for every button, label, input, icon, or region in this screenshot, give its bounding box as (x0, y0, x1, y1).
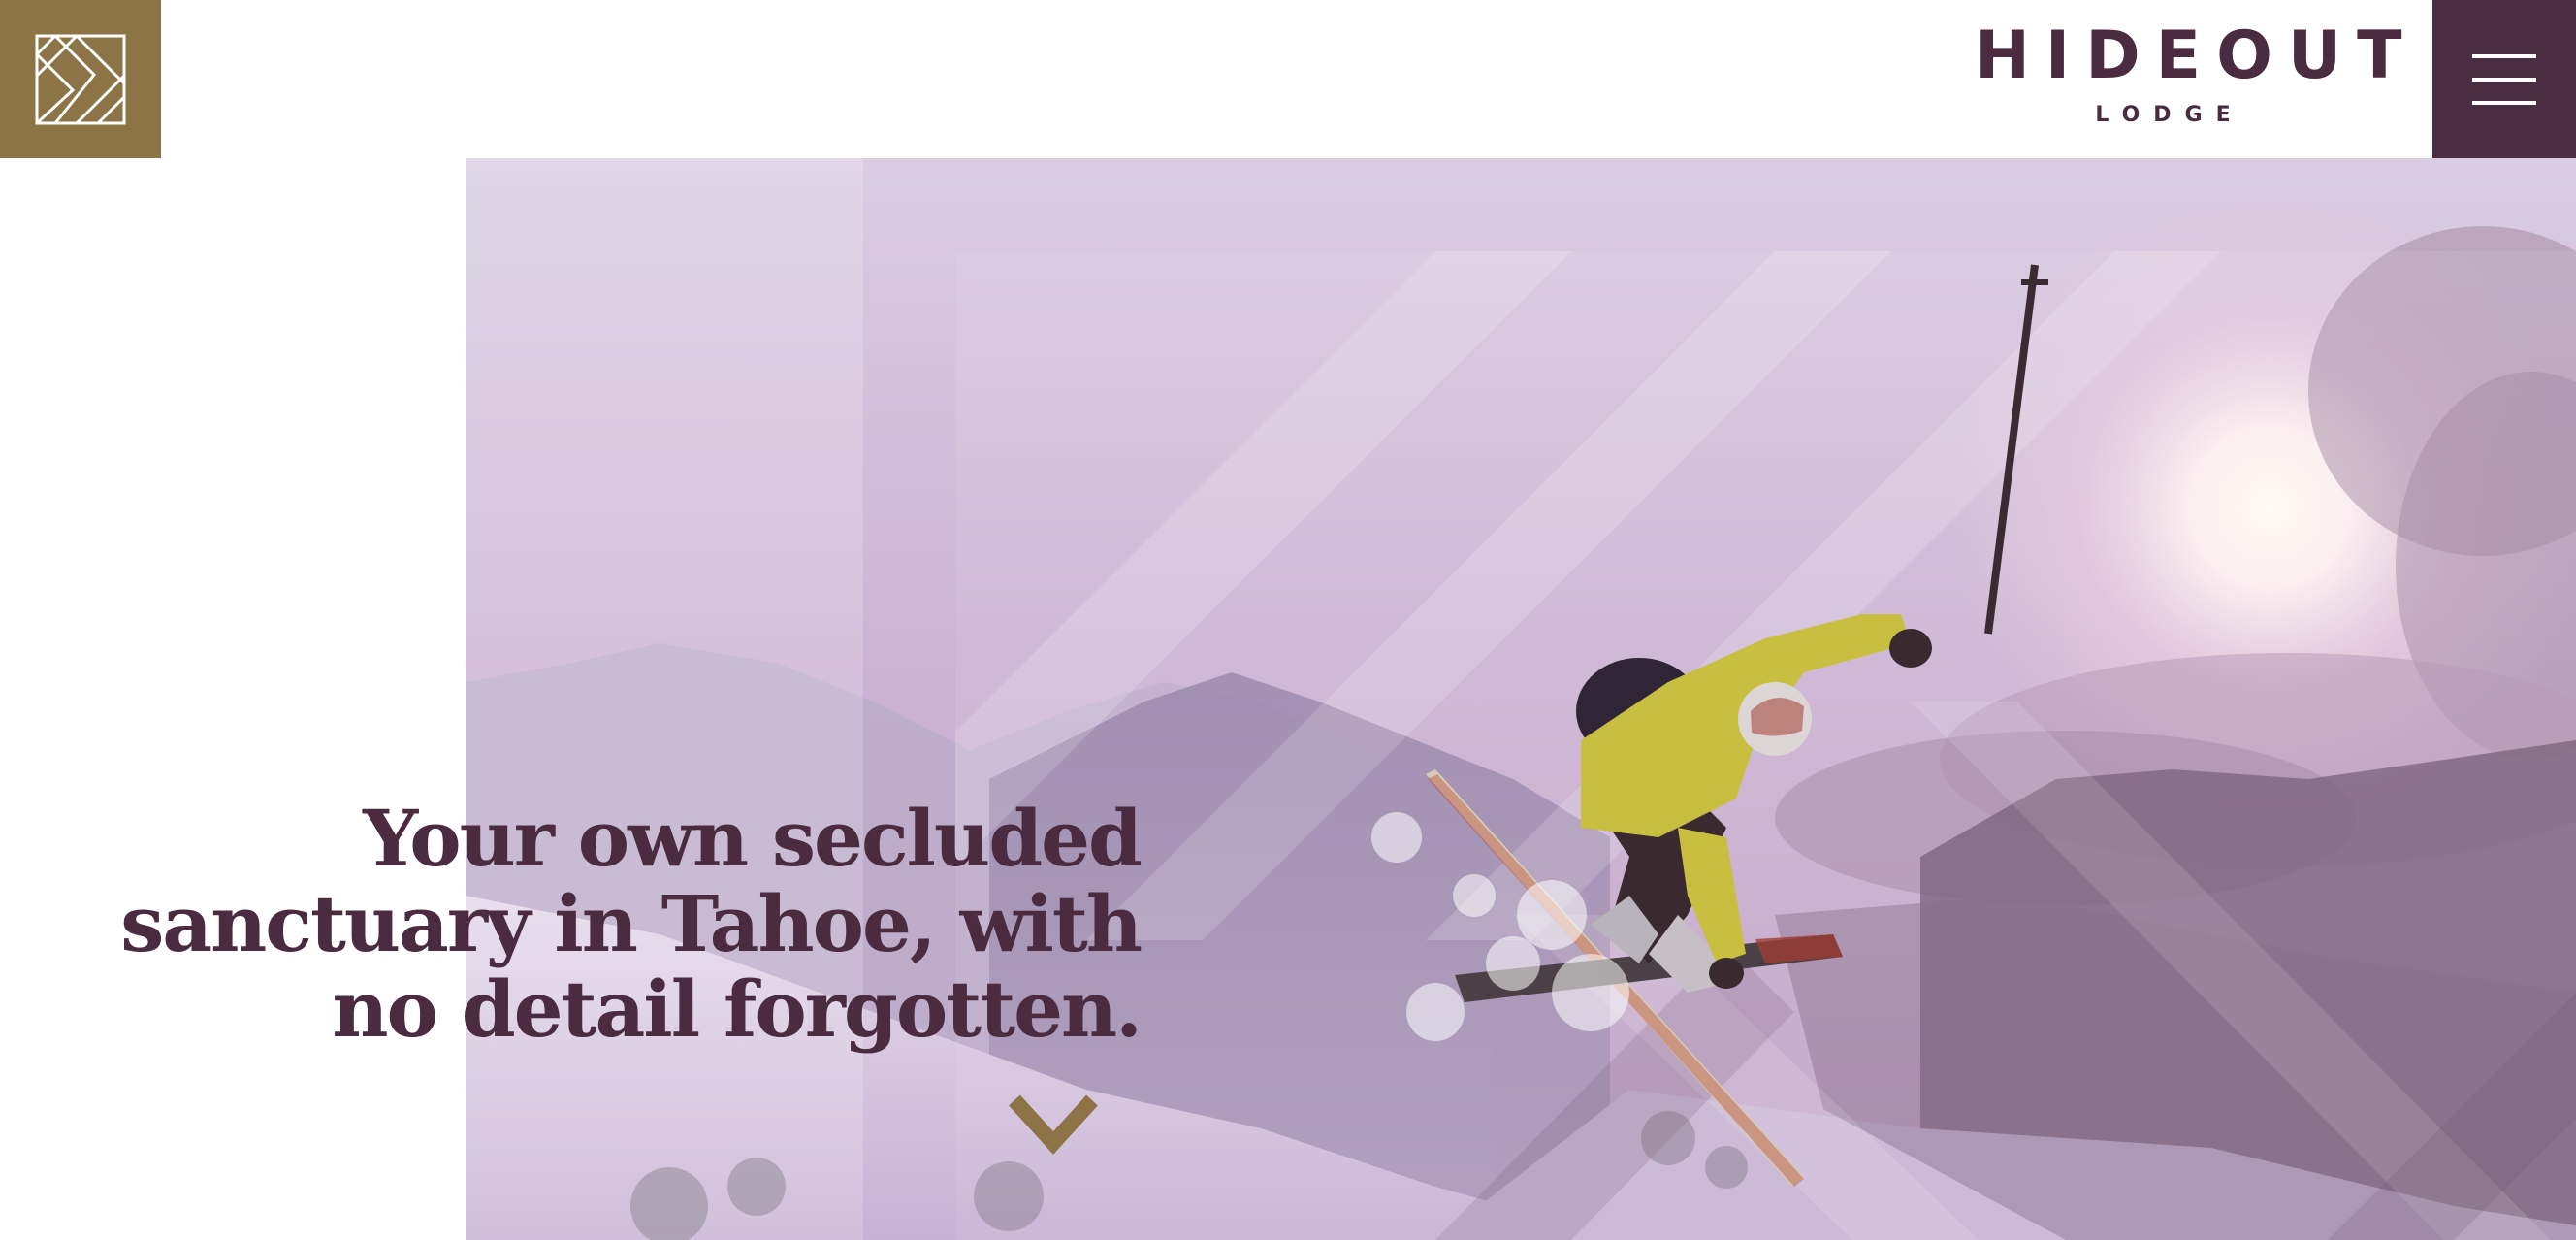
tagline-line-2: sanctuary in Tahoe, with (120, 878, 1143, 969)
brand-name: HIDEOUT (1975, 17, 2418, 94)
brand-subtitle: LODGE (2095, 103, 2244, 127)
scroll-down-button[interactable] (1007, 1091, 1100, 1158)
lodge-monogram-icon (35, 34, 126, 124)
tagline-line-3: no detail forgotten. (332, 963, 1143, 1055)
brand-wordmark[interactable]: HIDEOUT LODGE (1959, 17, 2418, 128)
chevron-down-icon (1009, 1094, 1098, 1155)
menu-button[interactable] (2432, 0, 2576, 158)
hero-tagline: Your own secluded sanctuary in Tahoe, wi… (74, 793, 1143, 1055)
tagline-line-1: Your own secluded (363, 793, 1143, 884)
home-logo-button[interactable] (0, 0, 161, 158)
hamburger-menu-icon (2472, 53, 2536, 105)
skier-jumping-mountain-photo (466, 158, 2576, 1240)
hero-image (466, 158, 2576, 1240)
